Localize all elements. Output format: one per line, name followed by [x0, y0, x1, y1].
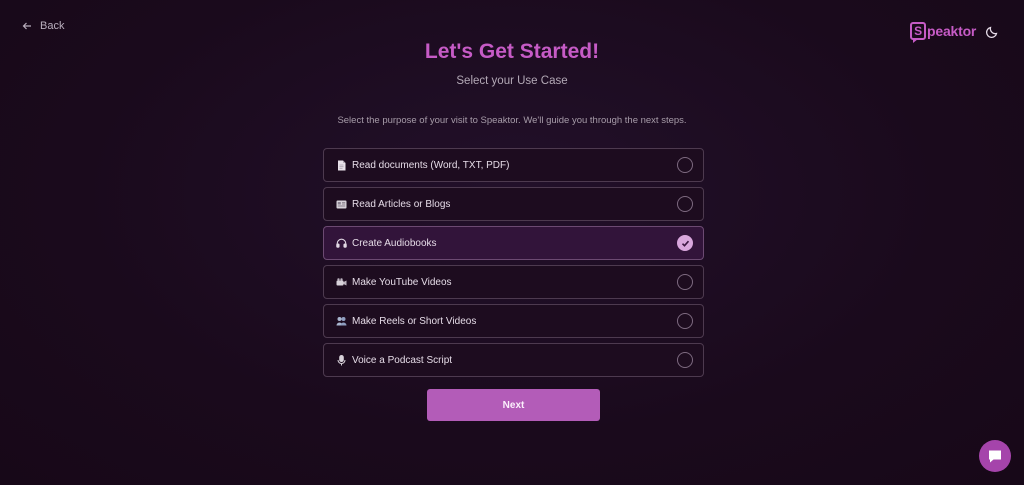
people-icon — [336, 316, 347, 327]
moon-icon[interactable] — [985, 25, 999, 39]
option-youtube-videos[interactable]: Make YouTube Videos — [323, 265, 704, 299]
back-link[interactable]: Back — [22, 20, 64, 32]
radio-button[interactable] — [677, 196, 693, 212]
chat-widget-button[interactable] — [979, 440, 1011, 472]
option-label: Voice a Podcast Script — [352, 354, 453, 366]
logo-mark: S — [910, 22, 926, 43]
option-reels-short-videos[interactable]: Make Reels or Short Videos — [323, 304, 704, 338]
microphone-icon — [336, 354, 347, 366]
arrow-left-icon — [22, 22, 31, 30]
page-title: Let's Get Started! — [424, 40, 600, 63]
speaktor-logo[interactable]: S peaktor — [910, 22, 977, 43]
next-button[interactable]: Next — [427, 389, 600, 421]
radio-button-checked[interactable] — [677, 235, 693, 251]
radio-button[interactable] — [677, 313, 693, 329]
document-icon — [336, 160, 347, 171]
newspaper-icon — [336, 199, 347, 210]
page-description: Select the purpose of your visit to Spea… — [337, 115, 687, 126]
page-subtitle: Select your Use Case — [456, 75, 568, 87]
option-label: Read documents (Word, TXT, PDF) — [352, 159, 510, 171]
option-read-documents[interactable]: Read documents (Word, TXT, PDF) — [323, 148, 704, 182]
checkmark-icon — [681, 240, 689, 247]
option-read-articles[interactable]: Read Articles or Blogs — [323, 187, 704, 221]
option-label: Make Reels or Short Videos — [352, 315, 477, 327]
option-label: Make YouTube Videos — [352, 276, 452, 288]
option-label: Create Audiobooks — [352, 237, 437, 249]
radio-button[interactable] — [677, 274, 693, 290]
video-camera-icon — [336, 277, 347, 288]
headphones-icon — [336, 238, 347, 249]
option-podcast-script[interactable]: Voice a Podcast Script — [323, 343, 704, 377]
radio-button[interactable] — [677, 157, 693, 173]
logo-text: peaktor — [927, 23, 977, 39]
option-create-audiobooks[interactable]: Create Audiobooks — [323, 226, 704, 260]
chat-bubble-icon — [989, 450, 1001, 463]
option-label: Read Articles or Blogs — [352, 198, 451, 210]
use-case-options: Read documents (Word, TXT, PDF) Read Art… — [323, 148, 704, 377]
back-label: Back — [40, 20, 65, 32]
radio-button[interactable] — [677, 352, 693, 368]
